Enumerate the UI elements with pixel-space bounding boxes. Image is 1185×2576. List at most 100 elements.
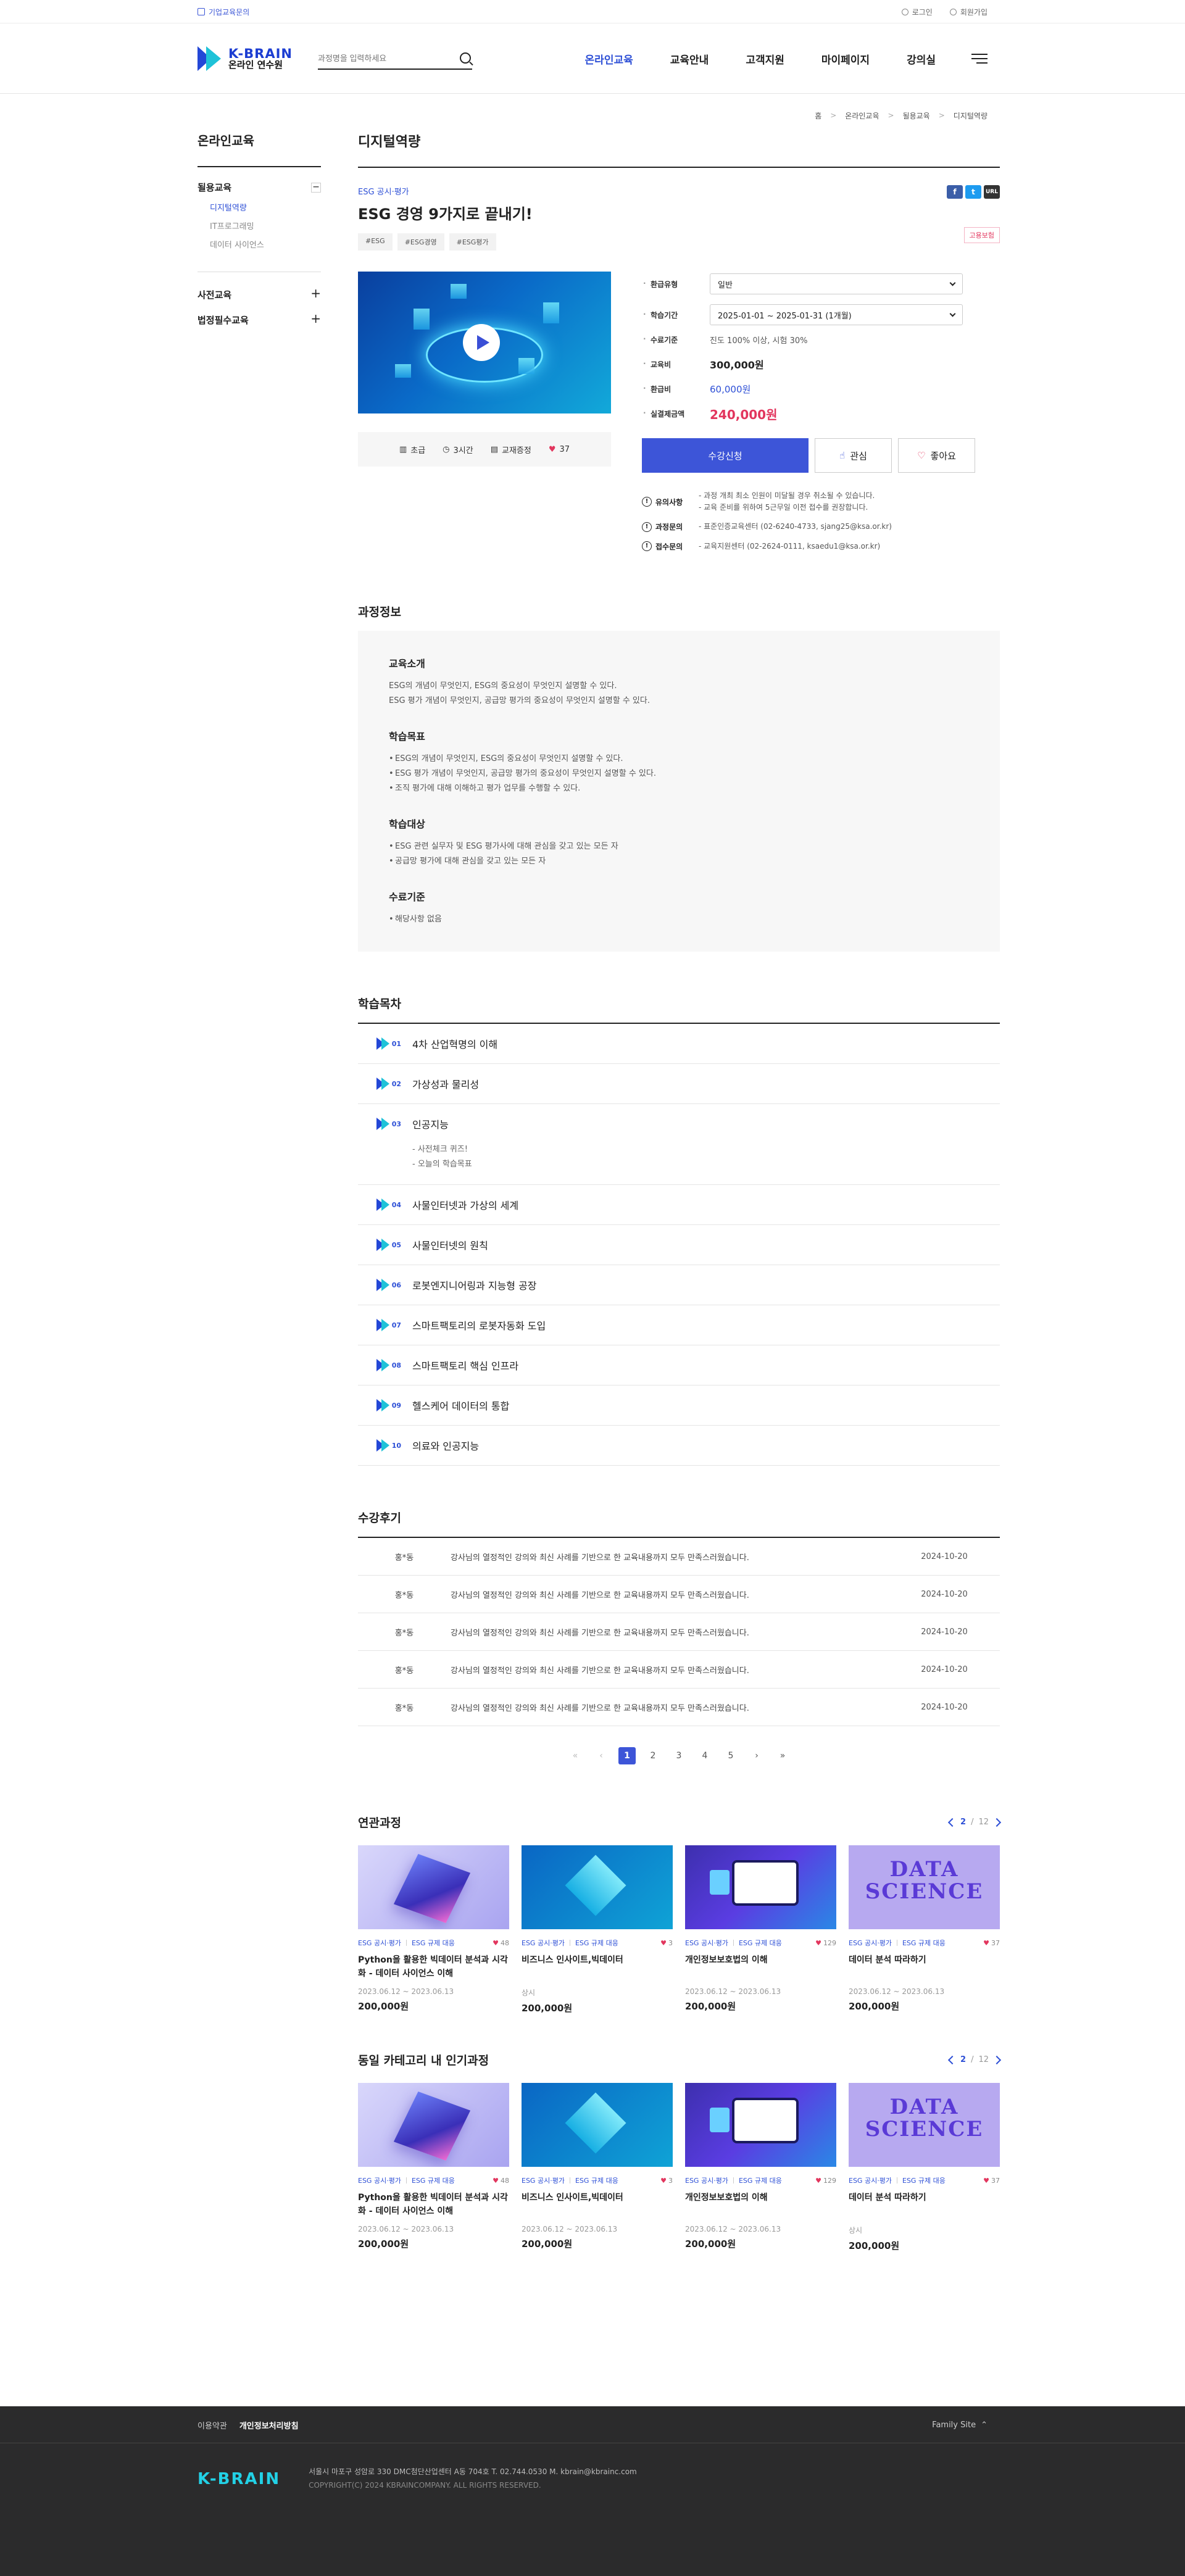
sidebar-group-legal[interactable]: 법정필수교육 +: [198, 312, 321, 339]
breadcrumb-home[interactable]: 홈: [815, 110, 821, 121]
toc-item[interactable]: 02 가상성과 물리성: [358, 1064, 1000, 1105]
course-card[interactable]: ESG 공시·평가 ESG 규제 대응 ♥ 3 비즈니스 인사이트,빅데이터 상시 2…: [522, 1845, 673, 2014]
toc-num: 04: [376, 1197, 401, 1212]
nav-mypage[interactable]: 마이페이지: [803, 51, 888, 67]
page-2[interactable]: 2: [644, 1747, 662, 1764]
toc-num: 07: [376, 1318, 401, 1332]
terms-link[interactable]: 이용약관: [198, 2419, 227, 2431]
expand-icon[interactable]: +: [310, 312, 321, 326]
course-card[interactable]: ESG 공시·평가 ESG 규제 대응 ♥ 48 Python을 활용한 빅데이터 분…: [358, 1845, 509, 2014]
level-info: ▥ 초급: [399, 444, 426, 455]
payment-value: 240,000원: [710, 407, 778, 422]
course-card[interactable]: ESG 공시·평가 ESG 규제 대응 ♥ 129 개인정보보호법의 이해 2023.…: [685, 1845, 836, 2014]
period-select[interactable]: 2025-01-01 ~ 2025-01-31 (1개월): [710, 304, 963, 325]
course-card-image: [358, 1845, 509, 1930]
course-card[interactable]: ESG 공시·평가 ESG 규제 대응 ♥ 48 Python을 활용한 빅데이터 분…: [358, 2083, 509, 2252]
site-footer: 이용약관 개인정보처리방침 Family Site ⌃ K-BRAIN 서울시 마…: [0, 2406, 1185, 2576]
course-card[interactable]: ESG 공시·평가 ESG 규제 대응 ♥ 3 비즈니스 인사이트,빅데이터 2023…: [522, 2083, 673, 2252]
reviews-title: 수강후기: [358, 1509, 1000, 1539]
last-page-icon[interactable]: »: [774, 1747, 791, 1764]
toc-item[interactable]: 03 인공지능 - 사전체크 퀴즈! - 오늘의 학습목표: [358, 1104, 1000, 1186]
tag[interactable]: #ESG평가: [449, 233, 496, 251]
page-1[interactable]: 1: [618, 1747, 636, 1765]
chevron-left-icon[interactable]: [947, 2055, 957, 2064]
chevron-right-icon[interactable]: [992, 2055, 1002, 2064]
popular-cards: ESG 공시·평가 ESG 규제 대응 ♥ 48 Python을 활용한 빅데이터 분…: [358, 2083, 1000, 2252]
heart-icon: ♥: [815, 1938, 821, 1947]
course-info-box: 교육소개 ESG의 개념이 무엇인지, ESG의 중요성이 무엇인지 설명할 수…: [358, 630, 1000, 952]
course-title: ESG 경영 9가지로 끝내기!: [358, 206, 533, 223]
collapse-icon[interactable]: −: [311, 182, 321, 193]
toc-item[interactable]: 08 스마트팩토리 핵심 인프라: [358, 1345, 1000, 1386]
sidebar-group-pre[interactable]: 사전교육 +: [198, 272, 321, 314]
chevron-right-icon[interactable]: [992, 1818, 1002, 1827]
toc-item[interactable]: 10 의료와 인공지능: [358, 1426, 1000, 1466]
sidebar-item-data-science[interactable]: 데이터 사이언스: [210, 238, 321, 250]
prev-page-icon[interactable]: ‹: [592, 1747, 610, 1764]
nav-education-guide[interactable]: 교육안내: [652, 51, 728, 67]
breadcrumb-category[interactable]: 될용교육: [903, 110, 930, 121]
privacy-link[interactable]: 개인정보처리방침: [239, 2419, 299, 2431]
footer-logo: K-BRAIN: [198, 2469, 281, 2488]
twitter-icon[interactable]: t: [965, 185, 981, 199]
heart-icon: ♥: [660, 1938, 667, 1947]
toc-item[interactable]: 09 헬스케어 데이터의 통합: [358, 1386, 1000, 1426]
play-icon[interactable]: [463, 324, 500, 361]
next-page-icon[interactable]: ›: [748, 1747, 765, 1764]
facebook-icon[interactable]: f: [947, 185, 963, 199]
nav-online-education[interactable]: 온라인교육: [567, 51, 652, 67]
toc-num: 03: [376, 1116, 401, 1131]
page-4[interactable]: 4: [696, 1747, 713, 1764]
search-icon[interactable]: [460, 52, 471, 64]
share-buttons: f t URL: [947, 185, 1000, 199]
hire-insurance-badge: 고용보험: [963, 227, 1000, 243]
url-copy-button[interactable]: URL: [984, 185, 1000, 199]
expand-icon[interactable]: +: [310, 287, 321, 301]
related-cards: ESG 공시·평가 ESG 규제 대응 ♥ 48 Python을 활용한 빅데이터 분…: [358, 1845, 1000, 2014]
utility-bar: 기업교육문의 로그인 회원가입: [0, 0, 1185, 23]
course-category: ESG 공시·평가: [358, 188, 409, 197]
first-page-icon[interactable]: «: [567, 1747, 584, 1764]
book-icon: ▤: [490, 444, 498, 454]
nav-classroom[interactable]: 강의실: [888, 51, 954, 67]
sidebar-group-applied[interactable]: 될용교육 −: [198, 181, 321, 194]
page-5[interactable]: 5: [722, 1747, 739, 1764]
toc-item[interactable]: 05 사물인터넷의 원칙: [358, 1225, 1000, 1266]
join-link[interactable]: 회원가입: [949, 7, 988, 17]
course-meta: ▥ 초급 ◷ 3시간 ▤ 교재증정 ♥ 37: [358, 432, 611, 467]
sidebar: 온라인교육 될용교육 − 디지털역량 IT프로그래밍 데이터 사이언스 사전교육 +…: [198, 131, 321, 2252]
refund-type-select[interactable]: 일반: [710, 273, 963, 294]
family-site-select[interactable]: Family Site ⌃: [932, 2420, 988, 2430]
site-logo[interactable]: K-BRAIN 온라인 연수원: [198, 46, 312, 71]
tag[interactable]: #ESG: [358, 233, 393, 251]
course-card[interactable]: DATA SCIENCE ESG 공시·평가 ESG 규제 대응 ♥ 37 데이터 분…: [849, 2083, 1000, 2252]
menu-icon[interactable]: [971, 54, 988, 64]
criteria-value: 진도 100% 이상, 시험 30%: [710, 336, 808, 346]
heart-icon: ♥: [548, 444, 556, 454]
interest-button[interactable]: ☝ 관심: [815, 438, 892, 473]
review-row: 홍*동 강사님의 열정적인 강의와 최신 사례를 기반으로 한 교육내용까지 모두…: [358, 1689, 1000, 1727]
search-input[interactable]: [318, 53, 460, 63]
breadcrumb-online-education[interactable]: 온라인교육: [845, 110, 879, 121]
chevron-left-icon[interactable]: [947, 1818, 957, 1827]
course-card[interactable]: DATA SCIENCE ESG 공시·평가 ESG 규제 대응 ♥ 37 데이터 분…: [849, 1845, 1000, 2014]
course-card[interactable]: ESG 공시·평가 ESG 규제 대응 ♥ 129 개인정보보호법의 이해 2023.…: [685, 2083, 836, 2252]
nav-customer-support[interactable]: 고객지원: [727, 51, 803, 67]
chevron-down-icon: [949, 310, 956, 317]
tag[interactable]: #ESG경영: [397, 233, 444, 251]
corporate-inquiry-link[interactable]: 기업교육문의: [198, 7, 249, 17]
apply-button[interactable]: 수강신청: [642, 438, 809, 473]
sidebar-item-digital[interactable]: 디지털역량: [210, 201, 321, 213]
course-card-image: [358, 2083, 509, 2167]
toc-item[interactable]: 06 로봇엔지니어링과 지능형 공장: [358, 1265, 1000, 1306]
toc-item[interactable]: 04 사물인터넷과 가상의 세계: [358, 1185, 1000, 1226]
course-video-thumbnail[interactable]: [358, 272, 611, 413]
sidebar-item-it[interactable]: IT프로그래밍: [210, 220, 321, 231]
page-3[interactable]: 3: [670, 1747, 688, 1764]
breadcrumb-current: 디지털역량: [953, 111, 988, 120]
toc-item[interactable]: 01 4차 산업혁명의 이해: [358, 1024, 1000, 1065]
like-button[interactable]: ♡ 좋아요: [898, 438, 975, 473]
main-content: 디지털역량 ESG 공시·평가 ESG 경영 9가지로 끝내기! #ESG #E…: [358, 131, 1002, 2252]
toc-item[interactable]: 07 스마트팩토리의 로봇자동화 도입: [358, 1305, 1000, 1346]
login-link[interactable]: 로그인: [901, 7, 933, 17]
